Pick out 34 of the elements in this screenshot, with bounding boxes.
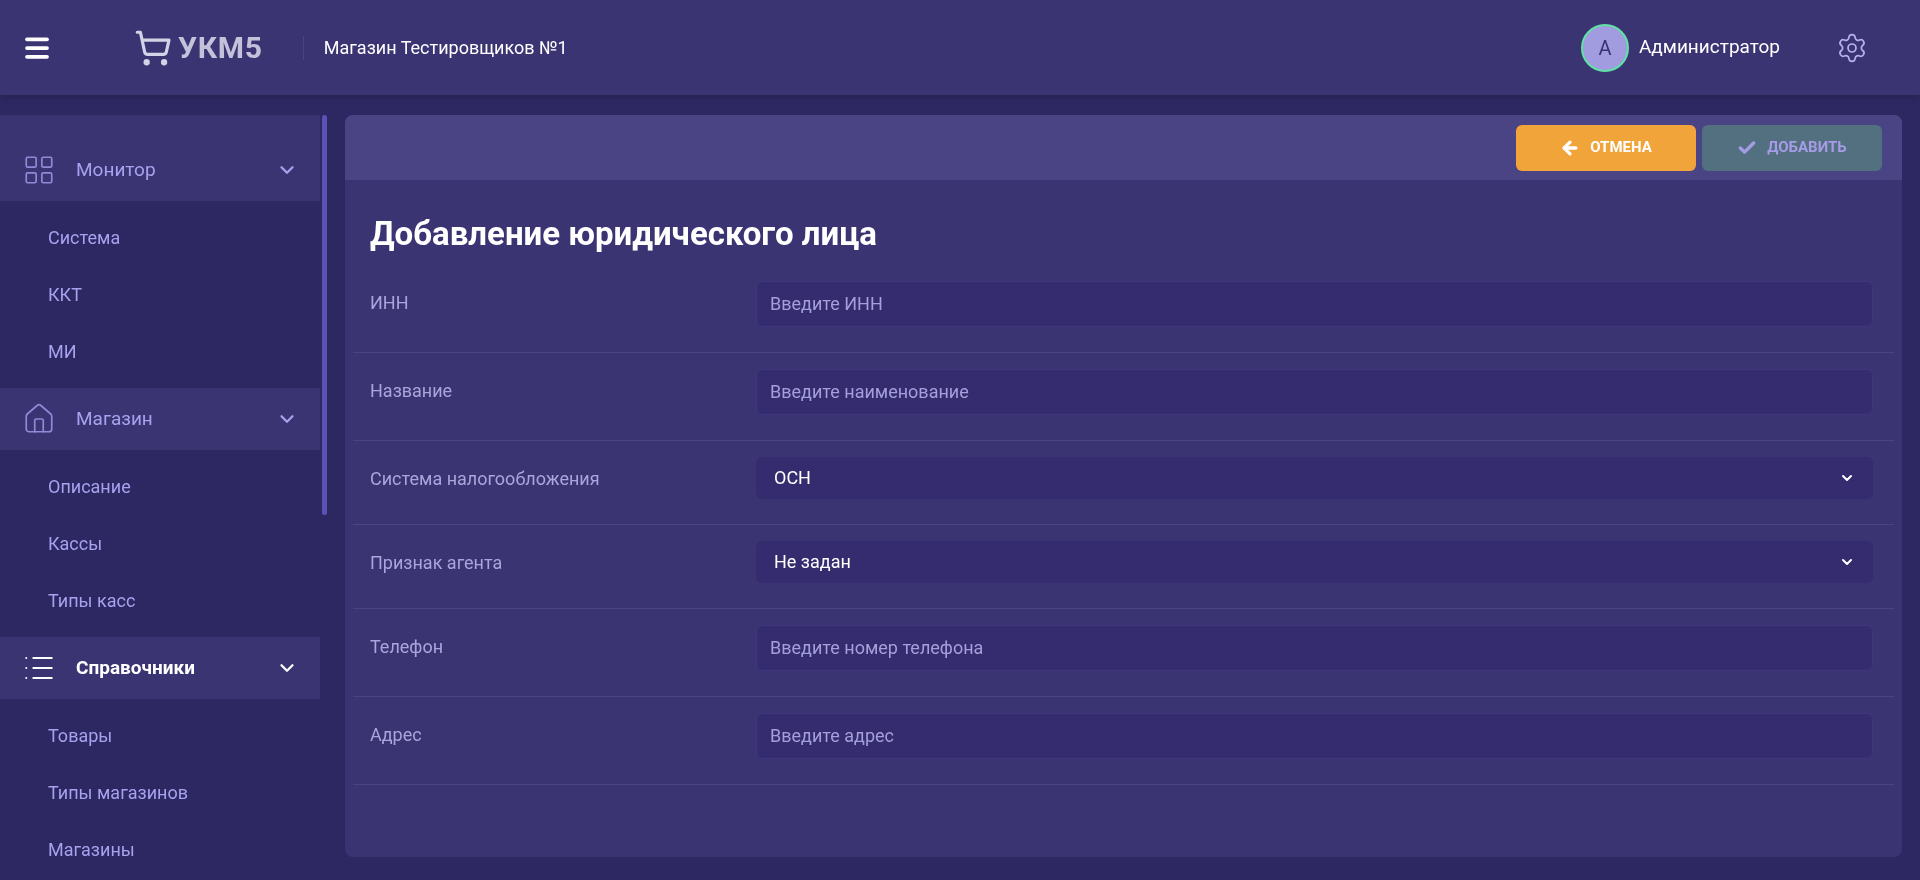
form-title: Добавление юридического лица <box>369 213 878 255</box>
input-field[interactable]: Введите наименование <box>756 368 1873 415</box>
sidebar-item[interactable]: Магазины <box>48 836 135 863</box>
grid-icon <box>22 153 56 187</box>
sidebar-group[interactable]: Магазин <box>0 388 320 450</box>
sidebar-item[interactable]: Кассы <box>48 530 103 557</box>
field-label: Адрес <box>369 722 423 747</box>
user-avatar[interactable]: А <box>1580 23 1629 72</box>
logo-text: УКМ5 <box>178 29 263 67</box>
input-field[interactable]: Введите ИНН <box>756 280 1873 327</box>
sidebar-item[interactable]: Типы касс <box>48 587 136 614</box>
select-field[interactable]: ОСН <box>756 456 1873 499</box>
sidebar-group[interactable]: Монитор <box>0 115 320 201</box>
scrollbar-thumb[interactable] <box>322 115 327 515</box>
sidebar-item[interactable]: Типы магазинов <box>48 779 188 806</box>
sidebar-item[interactable]: Система <box>48 224 121 251</box>
sidebar-group[interactable]: Справочники <box>0 637 320 699</box>
cart-icon <box>134 28 172 67</box>
select-field[interactable]: Не задан <box>756 540 1873 583</box>
field-label: Название <box>369 378 454 403</box>
house-icon <box>22 402 56 436</box>
input-field[interactable]: Введите адрес <box>756 712 1873 759</box>
user-name[interactable]: Администратор <box>1638 33 1780 62</box>
sidebar-item[interactable]: Описание <box>48 473 131 500</box>
field-label: ИНН <box>369 290 410 315</box>
field-label: Система налогообложения <box>369 466 601 491</box>
input-field[interactable]: Введите номер телефона <box>756 624 1873 671</box>
sidebar-item[interactable]: Товары <box>48 722 113 749</box>
sidebar-item[interactable]: МИ <box>48 338 77 365</box>
store-name: Магазин Тестировщиков №1 <box>323 36 568 60</box>
sidebar-item[interactable]: ККТ <box>48 281 82 308</box>
field-label: Признак агента <box>369 550 504 575</box>
settings-icon[interactable] <box>1836 31 1868 64</box>
field-label: Телефон <box>369 634 445 659</box>
